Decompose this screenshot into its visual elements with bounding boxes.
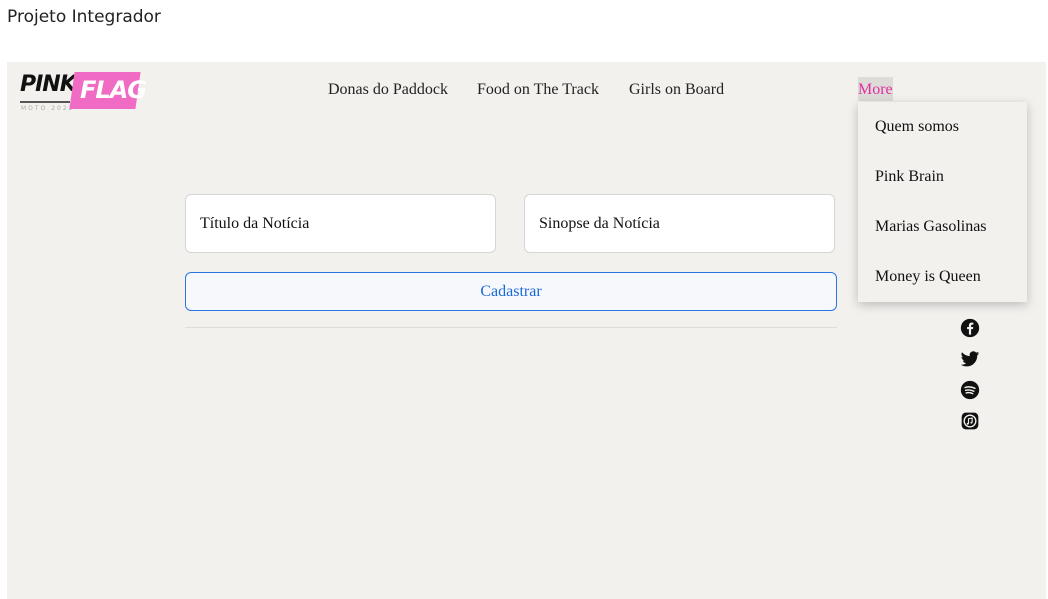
more-dropdown-menu: Quem somos Pink Brain Marias Gasolinas M… (858, 102, 1027, 302)
news-title-input[interactable] (185, 194, 496, 253)
dropdown-item-marias-gasolinas[interactable]: Marias Gasolinas (875, 218, 987, 236)
dropdown-item-money-is-queen[interactable]: Money is Queen (875, 268, 981, 286)
logo-underline (20, 101, 70, 103)
more-menu-button[interactable]: More (858, 77, 893, 101)
dropdown-item-quem-somos[interactable]: Quem somos (875, 118, 959, 136)
submit-button[interactable]: Cadastrar (185, 272, 837, 311)
logo-word-pink: PINK (20, 72, 77, 97)
nav-link-girls-on-board[interactable]: Girls on Board (629, 81, 724, 99)
logo-word-flag: FLAG (80, 76, 147, 104)
news-synopsis-input[interactable] (524, 194, 835, 253)
facebook-icon[interactable] (960, 318, 980, 338)
logo-subtitle: MOTO 2022 (21, 105, 75, 112)
nav-link-donas-do-paddock[interactable]: Donas do Paddock (328, 81, 448, 99)
twitter-icon[interactable] (960, 349, 980, 369)
logo[interactable]: PINK MOTO 2022 FLAG (20, 72, 147, 112)
nav-link-food-on-the-track[interactable]: Food on The Track (477, 81, 599, 99)
form-divider (185, 327, 837, 328)
spotify-icon[interactable] (960, 380, 980, 400)
app-container: PINK MOTO 2022 FLAG Donas do Paddock Foo… (7, 62, 1046, 599)
dropdown-item-pink-brain[interactable]: Pink Brain (875, 168, 944, 186)
apple-music-icon[interactable] (960, 411, 980, 431)
page-title: Projeto Integrador (7, 7, 161, 27)
